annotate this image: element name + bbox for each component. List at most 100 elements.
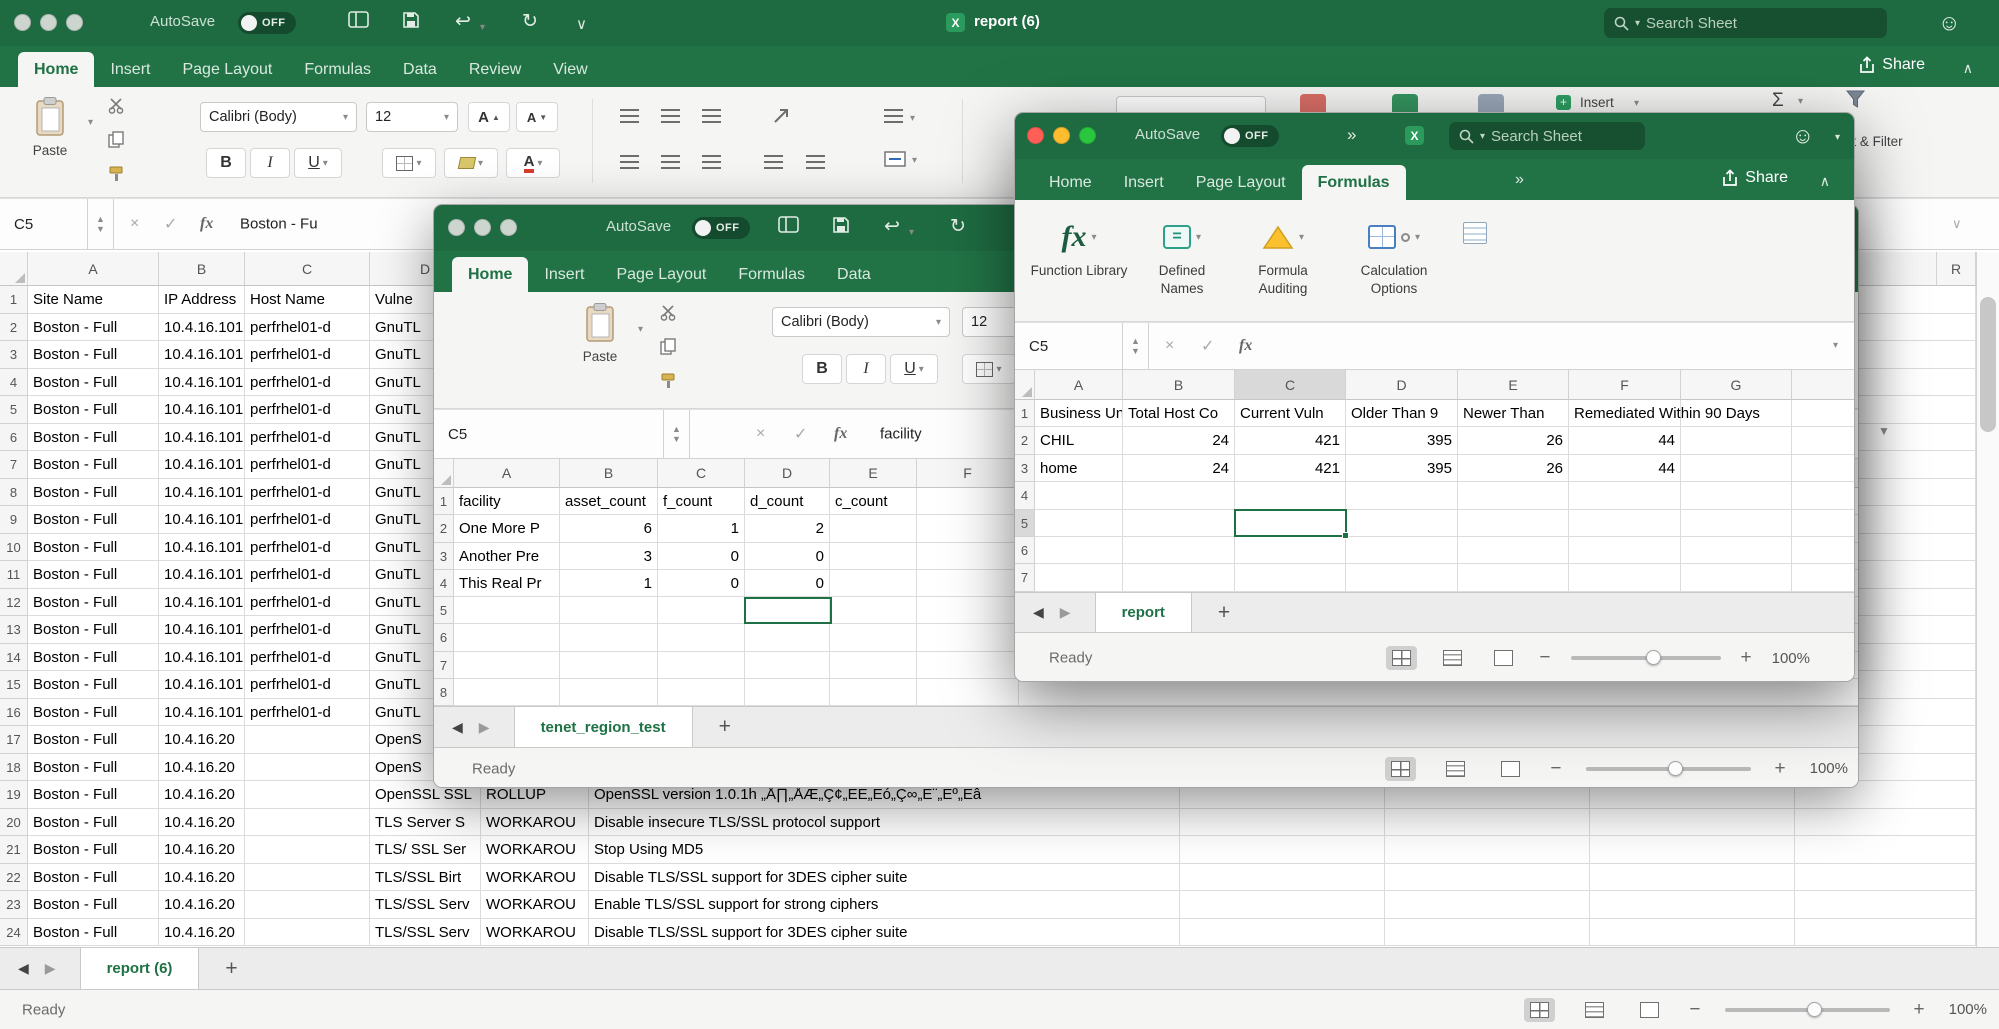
increase-font-button[interactable]: A▲ — [468, 102, 510, 132]
cell[interactable]: perfrhel01-d — [245, 699, 370, 727]
cell[interactable]: perfrhel01-d — [245, 341, 370, 369]
cell[interactable] — [1590, 864, 1795, 892]
cell[interactable] — [560, 679, 658, 706]
format-painter-icon[interactable] — [108, 165, 125, 182]
insert-cells-icon[interactable]: + — [1556, 95, 1571, 110]
cell[interactable]: 0 — [745, 543, 830, 570]
ribbon-tab[interactable]: View — [537, 52, 603, 87]
cell[interactable]: Boston - Full — [28, 506, 159, 534]
zoom-window-button[interactable] — [500, 219, 517, 236]
insert-cells-dropdown-icon[interactable]: ▾ — [1634, 98, 1639, 109]
cancel-entry-icon[interactable]: × — [756, 425, 765, 443]
zoom-in-button[interactable]: + — [1741, 647, 1752, 669]
sheet-tab-active[interactable]: tenet_region_test — [514, 707, 693, 747]
cell[interactable] — [245, 726, 370, 754]
cell[interactable]: 10.4.16.101 — [159, 369, 245, 397]
search-box[interactable]: ▾ — [1604, 8, 1887, 38]
row-header[interactable]: 9 — [0, 506, 28, 534]
cell[interactable]: Enable TLS/SSL support for strong cipher… — [589, 891, 1180, 919]
cell[interactable] — [1458, 537, 1569, 564]
font-size-combo[interactable]: 12▾ — [366, 102, 458, 132]
cut-icon[interactable] — [108, 97, 125, 114]
cell[interactable]: perfrhel01-d — [245, 534, 370, 562]
name-box-stepper[interactable]: ▲▼ — [1123, 323, 1149, 369]
cell[interactable]: perfrhel01-d — [245, 616, 370, 644]
cell[interactable] — [830, 624, 917, 651]
page-layout-view-icon[interactable] — [1579, 998, 1610, 1022]
cell[interactable] — [830, 679, 917, 706]
cell[interactable]: WORKAROU — [481, 836, 589, 864]
align-left-icon[interactable] — [620, 155, 639, 169]
cell[interactable] — [1569, 564, 1681, 591]
zoom-level[interactable]: 100% — [1772, 650, 1810, 667]
row-header[interactable]: 19 — [0, 781, 28, 809]
cell[interactable]: 10.4.16.101 — [159, 479, 245, 507]
row-header[interactable]: 4 — [1015, 482, 1035, 509]
cell[interactable]: 10.4.16.101 — [159, 671, 245, 699]
column-header[interactable]: G — [1681, 370, 1792, 400]
cell[interactable]: Boston - Full — [28, 424, 159, 452]
cell[interactable]: Disable TLS/SSL support for 3DES cipher … — [589, 864, 1180, 892]
sheet-tab-active[interactable]: report (6) — [80, 948, 200, 989]
cell[interactable] — [1795, 919, 1976, 947]
cell[interactable]: 10.4.16.101 — [159, 314, 245, 342]
select-all-corner[interactable] — [434, 459, 454, 488]
cell[interactable]: Boston - Full — [28, 561, 159, 589]
row-header[interactable]: 11 — [0, 561, 28, 589]
cell[interactable] — [830, 570, 917, 597]
cell[interactable]: Boston - Full — [28, 479, 159, 507]
active-cell-selection[interactable] — [744, 597, 832, 624]
italic-button[interactable]: I — [846, 354, 886, 384]
zoom-in-button[interactable]: + — [1775, 758, 1786, 780]
cell[interactable] — [1681, 510, 1792, 537]
cell[interactable]: perfrhel01-d — [245, 506, 370, 534]
cell[interactable] — [1458, 510, 1569, 537]
cell[interactable]: Boston - Full — [28, 589, 159, 617]
cell[interactable]: WORKAROU — [481, 891, 589, 919]
cell[interactable] — [245, 919, 370, 947]
cell[interactable] — [1590, 836, 1795, 864]
close-window-button[interactable] — [14, 14, 31, 31]
decrease-font-button[interactable]: A▼ — [516, 102, 558, 132]
cell[interactable]: Boston - Full — [28, 864, 159, 892]
cell[interactable]: Boston - Full — [28, 534, 159, 562]
save-icon[interactable] — [402, 11, 420, 29]
row-header[interactable]: 16 — [0, 699, 28, 727]
cell[interactable]: 10.4.16.20 — [159, 754, 245, 782]
cell[interactable] — [658, 652, 745, 679]
cell[interactable]: Boston - Full — [28, 671, 159, 699]
cell[interactable] — [1035, 482, 1123, 509]
sort-filter-funnel-icon[interactable] — [1846, 90, 1865, 108]
underline-button[interactable]: U▾ — [890, 354, 938, 384]
underline-button[interactable]: U▾ — [294, 148, 342, 178]
ribbon-tab[interactable]: Home — [1033, 165, 1108, 200]
zoom-level[interactable]: 100% — [1949, 1001, 1987, 1018]
search-box[interactable]: ▾ — [1449, 122, 1645, 150]
cell[interactable] — [830, 543, 917, 570]
search-input[interactable] — [1491, 128, 1635, 145]
column-header[interactable]: A — [28, 252, 159, 286]
cell[interactable] — [1590, 809, 1795, 837]
cell[interactable]: Boston - Full — [28, 919, 159, 947]
autosave-toggle[interactable]: OFF — [692, 217, 750, 239]
cell[interactable]: TLS/ SSL Ser — [370, 836, 481, 864]
feedback-smiley-icon[interactable]: ☺ — [1938, 10, 1960, 36]
paste-dropdown-icon[interactable]: ▾ — [638, 324, 643, 335]
cell[interactable]: Stop Using MD5 — [589, 836, 1180, 864]
conditional-formatting-icon[interactable] — [1300, 94, 1326, 112]
save-icon[interactable] — [832, 216, 850, 234]
scrollbar-thumb[interactable] — [1980, 297, 1996, 432]
row-header[interactable]: 8 — [434, 679, 454, 706]
paste-button[interactable]: Paste — [18, 96, 82, 158]
row-header[interactable]: 4 — [0, 369, 28, 397]
cell[interactable]: 3 — [560, 543, 658, 570]
cell[interactable] — [1458, 482, 1569, 509]
cell[interactable]: perfrhel01-d — [245, 561, 370, 589]
cell[interactable] — [745, 624, 830, 651]
page-layout-view-icon[interactable] — [1437, 646, 1468, 670]
zoom-slider[interactable] — [1586, 767, 1751, 771]
active-cell-c5[interactable] — [1234, 509, 1347, 537]
page-break-view-icon[interactable] — [1634, 998, 1665, 1022]
cell[interactable]: Another Pre — [454, 543, 560, 570]
row-header[interactable]: 2 — [1015, 427, 1035, 454]
